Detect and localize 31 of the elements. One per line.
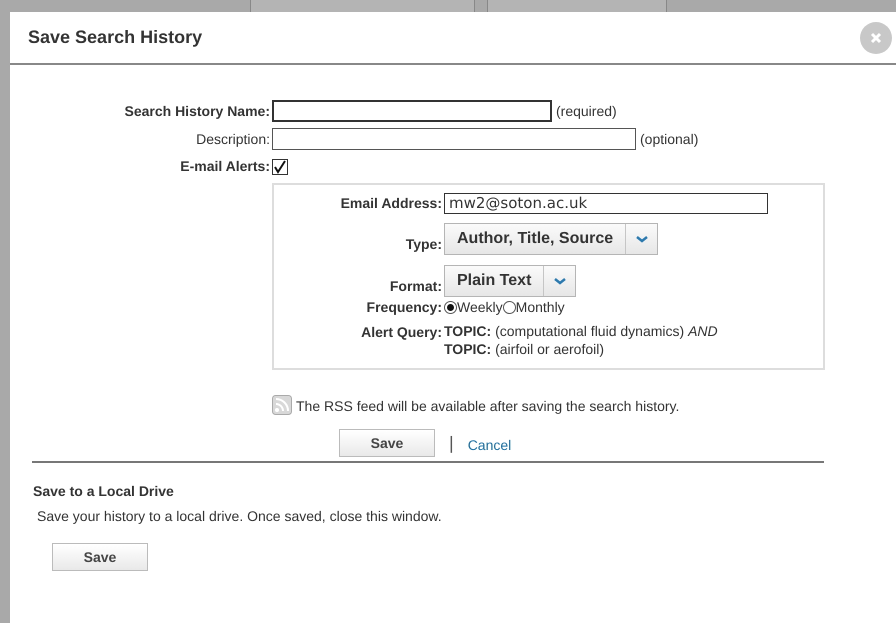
radio-button[interactable] — [444, 301, 457, 314]
format-dropdown[interactable]: Plain Text — [444, 265, 576, 297]
field-label: Alert Query: — [360, 323, 442, 342]
email-field[interactable]: mw2@soton.ac.uk — [444, 193, 768, 214]
field-label: Format: — [388, 277, 442, 296]
input-field[interactable] — [272, 100, 552, 122]
radio-option[interactable]: Monthly — [502, 297, 565, 318]
type-dropdown[interactable]: Author, Title, Source — [444, 223, 658, 255]
save-button[interactable]: Save — [52, 543, 148, 571]
radio-option[interactable]: Weekly — [444, 297, 503, 318]
field-label: Frequency: — [366, 298, 442, 317]
section-title: Save to a Local Drive — [33, 482, 175, 501]
hint-text: (required) — [556, 102, 617, 121]
field-label: Search History Name: — [123, 102, 270, 121]
alert-query-text: TOPIC: (computational fluid dynamics) AND — [444, 322, 719, 340]
radio-button[interactable] — [502, 301, 516, 314]
dialog-title: Save Search History — [28, 26, 202, 49]
field-label: Email Address: — [340, 194, 442, 213]
field-label: Type: — [404, 235, 442, 254]
input-field[interactable] — [272, 128, 636, 150]
rss-icon — [272, 394, 292, 414]
checkbox[interactable] — [272, 158, 288, 174]
section-text: Save your history to a local drive. Once saved, close this window. — [37, 507, 443, 526]
field-label: E-mail Alerts: — [179, 157, 270, 176]
cancel-link[interactable]: Cancel — [468, 434, 512, 456]
field-label: Description: — [195, 130, 270, 149]
hint-text: (optional) — [640, 130, 698, 149]
save-button[interactable]: Save — [339, 429, 435, 457]
rss-note: The RSS feed will be available after saving the search history. — [296, 397, 680, 416]
alert-query-text: TOPIC: (airfoil or aerofoil) — [444, 340, 606, 358]
separator: | — [449, 432, 454, 455]
